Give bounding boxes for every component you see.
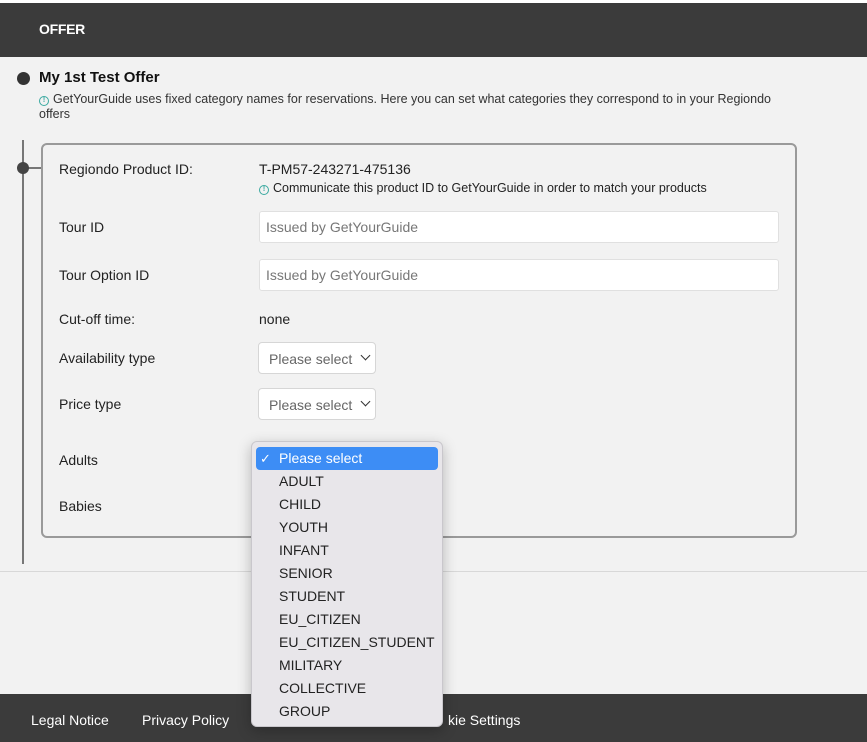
product-id-hint: ! Communicate this product ID to GetYourG… [259, 181, 707, 195]
dropdown-option-label: Please select [279, 450, 363, 466]
availability-type-label: Availability type [59, 350, 156, 366]
section-title: OFFER [39, 21, 85, 37]
adults-category-dropdown[interactable]: ✓ Please select ADULT CHILD YOUTH INFANT… [251, 441, 443, 727]
availability-type-select[interactable]: Please select [258, 342, 376, 374]
babies-label: Babies [59, 498, 102, 514]
tour-id-label: Tour ID [59, 219, 105, 235]
cutoff-label: Cut-off time: [59, 311, 135, 327]
dropdown-option-senior[interactable]: SENIOR [256, 562, 438, 585]
dropdown-option-military[interactable]: MILITARY [256, 654, 438, 677]
offer-info-text: GetYourGuide uses fixed category names f… [39, 92, 771, 121]
cookie-settings-link[interactable]: kie Settings [448, 712, 520, 728]
tour-option-id-input[interactable] [259, 259, 779, 291]
section-header: OFFER [0, 3, 867, 57]
legal-notice-link[interactable]: Legal Notice [31, 712, 109, 728]
tour-id-input[interactable] [259, 211, 779, 243]
tour-option-id-label: Tour Option ID [59, 267, 150, 283]
dropdown-option-collective[interactable]: COLLECTIVE [256, 677, 438, 700]
dropdown-option-infant[interactable]: INFANT [256, 539, 438, 562]
availability-type-value: Please select [269, 351, 353, 367]
offer-bullet [17, 72, 30, 85]
offer-title: My 1st Test Offer [39, 69, 160, 86]
tree-line [22, 140, 24, 564]
price-type-label: Price type [59, 396, 122, 412]
price-type-value: Please select [269, 397, 353, 413]
product-id-hint-text: Communicate this product ID to GetYourGu… [273, 181, 707, 195]
chevron-down-icon [360, 396, 371, 407]
product-id-value: T-PM57-243271-475136 [259, 161, 411, 177]
chevron-down-icon [360, 350, 371, 361]
dropdown-option-group[interactable]: GROUP [256, 700, 438, 723]
cutoff-value: none [259, 311, 291, 327]
dropdown-option-youth[interactable]: YOUTH [256, 516, 438, 539]
info-icon: ! [39, 96, 49, 106]
info-icon: ! [259, 185, 269, 195]
dropdown-option-please-select[interactable]: ✓ Please select [256, 447, 438, 470]
dropdown-option-student[interactable]: STUDENT [256, 585, 438, 608]
dropdown-option-adult[interactable]: ADULT [256, 470, 438, 493]
price-type-select[interactable]: Please select [258, 388, 376, 420]
product-id-label: Regiondo Product ID: [59, 161, 193, 177]
dropdown-option-eu-citizen-student[interactable]: EU_CITIZEN_STUDENT [256, 631, 438, 654]
check-icon: ✓ [260, 451, 271, 466]
offer-info: ! GetYourGuide uses fixed category names … [39, 92, 779, 122]
tree-node [17, 162, 29, 174]
adults-label: Adults [59, 452, 98, 468]
privacy-policy-link[interactable]: Privacy Policy [142, 712, 229, 728]
dropdown-option-eu-citizen[interactable]: EU_CITIZEN [256, 608, 438, 631]
dropdown-option-child[interactable]: CHILD [256, 493, 438, 516]
